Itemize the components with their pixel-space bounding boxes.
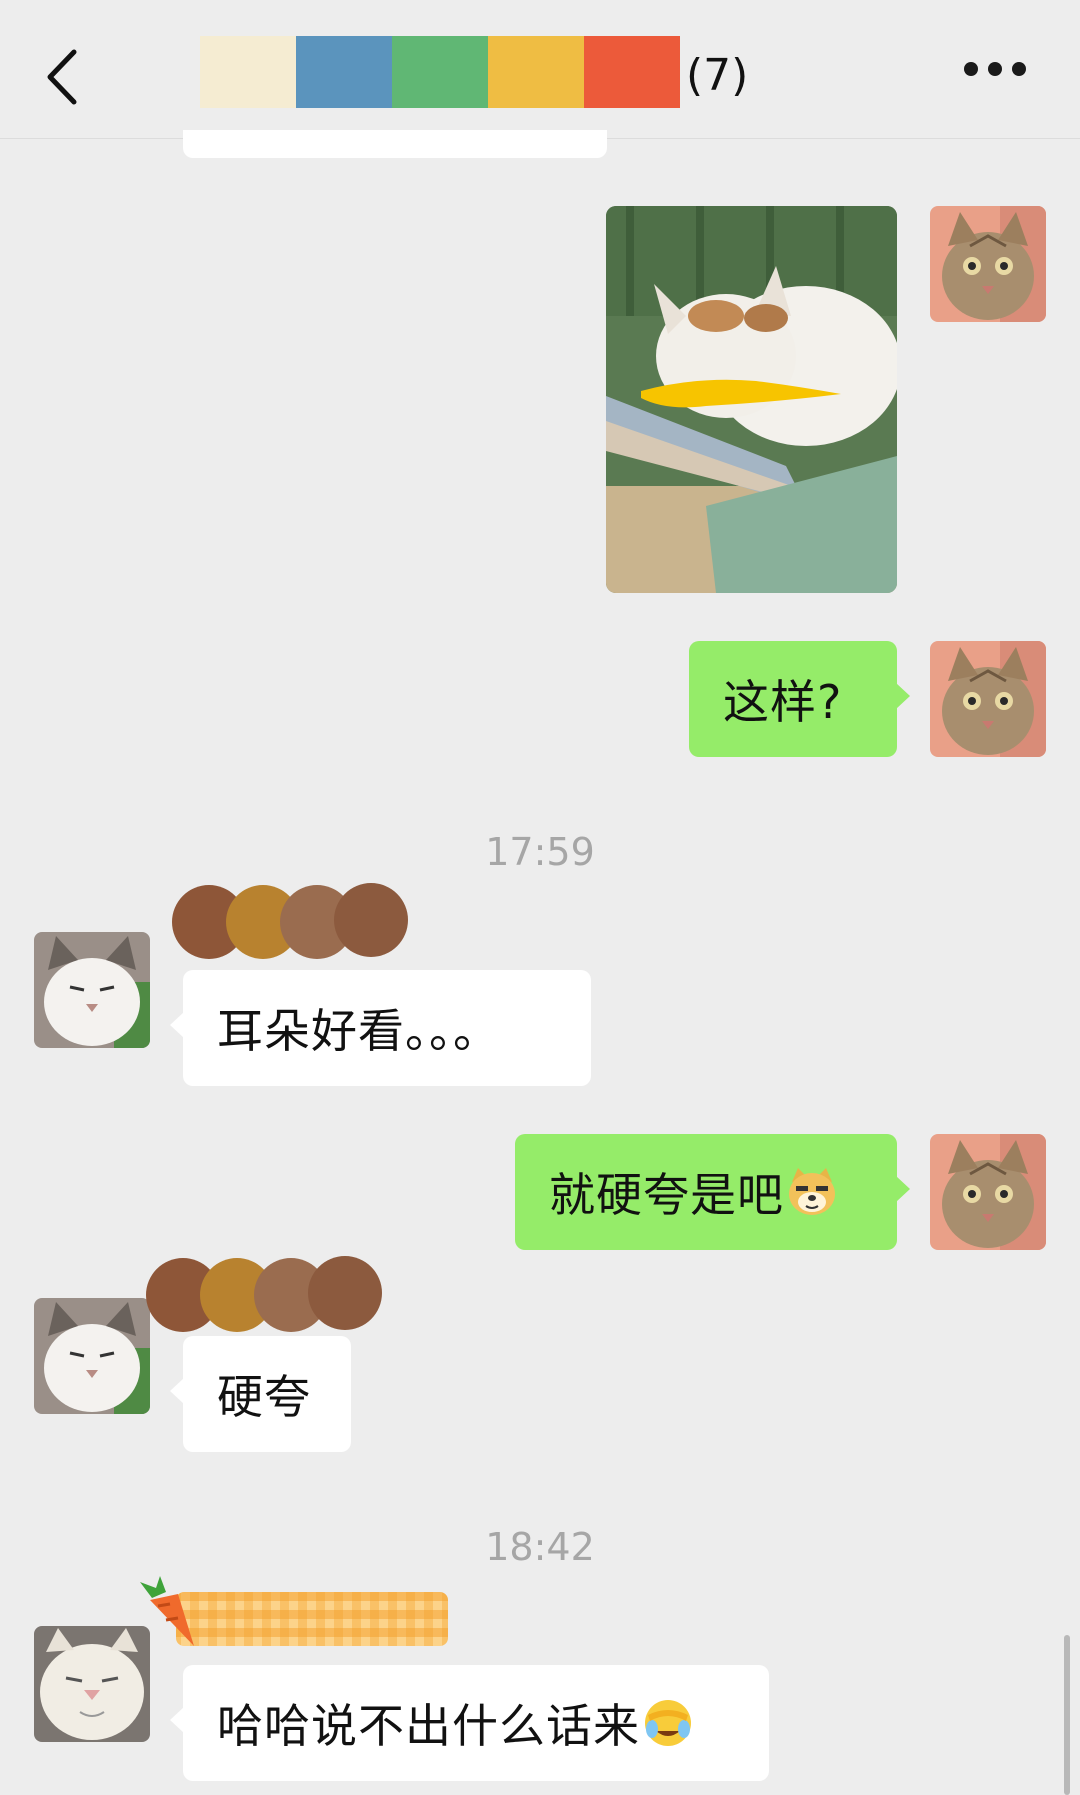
message-bubble-mine[interactable]: 这样? — [689, 641, 910, 757]
carrot-icon — [140, 1576, 448, 1646]
title-redaction-block — [200, 36, 296, 108]
tabby-cat-avatar — [930, 1134, 1046, 1250]
sender-avatar[interactable] — [34, 932, 150, 1048]
sender-avatar[interactable] — [34, 1626, 150, 1742]
sender-avatar[interactable] — [34, 1298, 150, 1414]
previous-message-bubble[interactable] — [183, 130, 607, 158]
back-button[interactable] — [40, 44, 84, 110]
facepalm-emoji-icon — [645, 1700, 691, 1746]
my-avatar[interactable] — [930, 206, 1046, 322]
cat-photo — [606, 206, 897, 593]
group-name-redacted[interactable] — [200, 36, 680, 108]
title-redaction-block — [488, 36, 584, 108]
message-text: 哈哈说不出什么话来 — [217, 1699, 640, 1753]
timestamp: 17:59 — [485, 830, 595, 874]
message-bubble-other[interactable]: 硬夸 — [170, 1336, 351, 1452]
message-text: 硬夸 — [217, 1370, 311, 1424]
message-text: 就硬夸是吧 — [549, 1168, 784, 1222]
title-redaction-block — [296, 36, 392, 108]
sender-name-redacted — [136, 1574, 448, 1650]
message-text: 这样? — [723, 675, 843, 729]
doge-emoji-icon — [789, 1168, 835, 1215]
white-cat-avatar — [34, 1626, 150, 1742]
title-redaction-block — [584, 36, 680, 108]
message-bubble-other[interactable]: 耳朵好看。。。 — [170, 970, 591, 1086]
message-text: 耳朵好看。。。 — [217, 1004, 500, 1058]
dot-icon — [988, 62, 1002, 76]
name-redaction-dot — [308, 1256, 382, 1330]
member-count: (7) — [686, 50, 749, 101]
white-cat-avatar — [34, 1298, 150, 1414]
chat-header: (7) — [0, 0, 1080, 139]
more-options-button[interactable] — [964, 62, 1044, 92]
message-bubble-mine[interactable]: 就硬夸是吧 — [515, 1134, 910, 1250]
message-bubble-other[interactable]: 哈哈说不出什么话来 — [170, 1665, 769, 1781]
tabby-cat-avatar — [930, 206, 1046, 322]
dot-icon — [964, 62, 978, 76]
tabby-cat-avatar — [930, 641, 1046, 757]
title-redaction-block — [392, 36, 488, 108]
dot-icon — [1012, 62, 1026, 76]
white-cat-avatar — [34, 932, 150, 1048]
my-avatar[interactable] — [930, 1134, 1046, 1250]
cat-photo-message[interactable] — [606, 206, 897, 593]
chevron-left-icon — [47, 49, 77, 105]
timestamp: 18:42 — [485, 1525, 595, 1569]
scrollbar[interactable] — [1064, 1635, 1070, 1795]
name-redaction-dot — [334, 883, 408, 957]
my-avatar[interactable] — [930, 641, 1046, 757]
